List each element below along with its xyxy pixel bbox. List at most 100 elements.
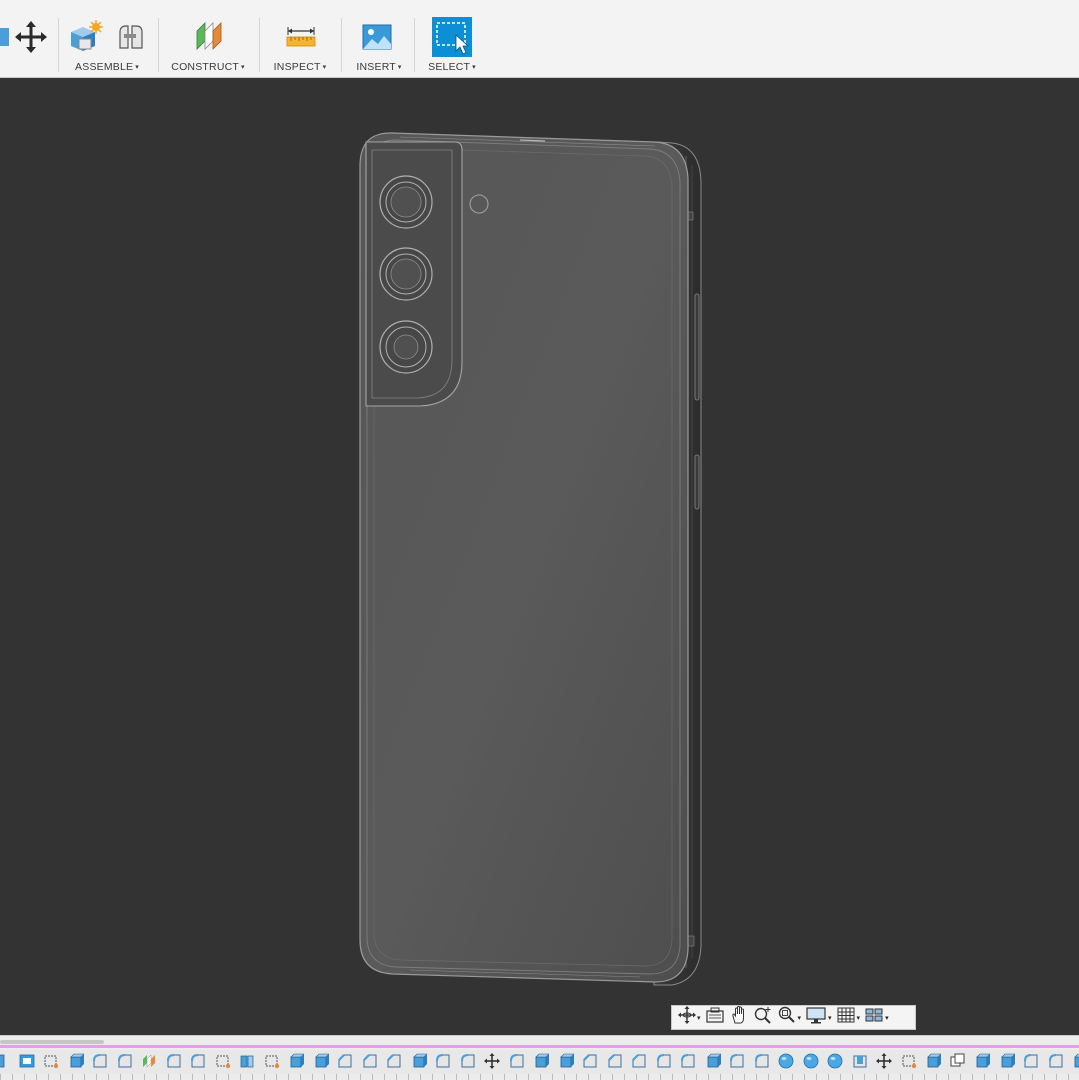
camera-lens (379, 175, 433, 374)
zoom-button[interactable] (751, 1007, 775, 1029)
timeline (0, 1035, 1079, 1080)
fillet-icon[interactable] (166, 1053, 182, 1069)
chevron-down-icon: ▾ (697, 1014, 701, 1022)
fillet-icon[interactable] (729, 1053, 745, 1069)
copy-icon[interactable] (950, 1053, 966, 1069)
insert-image-icon[interactable] (357, 16, 397, 58)
construct-plane-icon[interactable] (189, 16, 229, 58)
toolbar-separator (259, 18, 260, 72)
toolbar: ASSEMBLE ▾ CONSTRUCT ▾ INSPECT ▾ INSERT … (0, 0, 1079, 78)
viewports-button[interactable]: ▾ (862, 1007, 891, 1029)
split-icon[interactable] (239, 1053, 255, 1069)
fillet-icon[interactable] (460, 1053, 476, 1069)
extrude-icon[interactable] (974, 1053, 991, 1069)
measure-icon[interactable] (281, 16, 321, 58)
navigation-bar: ▾ ▾ ▾ ▾ ▾ (671, 1005, 916, 1030)
sketch-icon[interactable] (215, 1053, 231, 1069)
chevron-down-icon: ▾ (397, 64, 402, 71)
body-icon[interactable] (0, 1053, 10, 1069)
fillet-icon[interactable] (680, 1053, 696, 1069)
zoom-icon (753, 1005, 773, 1030)
orbit-icon (678, 1006, 696, 1029)
sketch-icon[interactable] (43, 1053, 59, 1069)
chamfer-icon[interactable] (362, 1053, 378, 1069)
image-icon[interactable] (19, 1053, 35, 1069)
timeline-marker[interactable] (0, 1045, 1079, 1048)
orbit-button[interactable]: ▾ (676, 1006, 703, 1029)
chevron-down-icon: ▾ (797, 1014, 802, 1022)
fillet-icon[interactable] (656, 1053, 672, 1069)
chevron-down-icon: ▾ (828, 1014, 832, 1022)
chamfer-icon[interactable] (631, 1053, 647, 1069)
select-menu[interactable]: SELECT ▾ (428, 61, 476, 73)
extrude-icon[interactable] (313, 1053, 330, 1069)
move-icon[interactable] (11, 16, 51, 58)
timeline-scrollbar[interactable] (0, 1040, 104, 1044)
sketch-icon[interactable] (264, 1053, 280, 1069)
toolbar-separator (341, 18, 342, 72)
fillet-icon[interactable] (435, 1053, 451, 1069)
fillet-icon[interactable] (117, 1053, 133, 1069)
joint-icon[interactable] (111, 16, 151, 58)
fillet-icon[interactable] (754, 1053, 770, 1069)
move-icon[interactable] (484, 1053, 500, 1069)
grid-settings-button[interactable]: ▾ (834, 1007, 863, 1029)
extrude-icon[interactable] (558, 1053, 575, 1069)
toolbar-separator (158, 18, 159, 72)
pan-button[interactable] (727, 1005, 751, 1030)
shell-icon[interactable] (852, 1053, 868, 1069)
sketch-icon[interactable] (901, 1053, 917, 1069)
fillet-icon[interactable] (509, 1053, 525, 1069)
construct-label: CONSTRUCT (171, 61, 239, 73)
fillet-icon[interactable] (1023, 1053, 1039, 1069)
construct-menu[interactable]: CONSTRUCT ▾ (171, 61, 244, 73)
chevron-down-icon: ▾ (135, 64, 139, 71)
look-at-button[interactable] (703, 1007, 727, 1029)
extrude-icon[interactable] (999, 1053, 1016, 1069)
sphere-icon[interactable] (827, 1053, 843, 1069)
chamfer-icon[interactable] (582, 1053, 598, 1069)
new-component-icon[interactable] (65, 16, 105, 58)
chevron-down-icon: ▾ (322, 64, 327, 71)
fit-button[interactable]: ▾ (775, 1005, 804, 1030)
chamfer-icon[interactable] (386, 1053, 402, 1069)
extrude-icon[interactable] (411, 1053, 428, 1069)
chamfer-icon[interactable] (607, 1053, 623, 1069)
insert-menu[interactable]: INSERT ▾ (356, 61, 401, 73)
extrude-icon[interactable] (533, 1053, 550, 1069)
chevron-down-icon: ▾ (885, 1014, 889, 1022)
fit-icon (777, 1005, 797, 1030)
assemble-label: ASSEMBLE (75, 61, 134, 73)
toolbar-separator (414, 18, 415, 72)
timeline-track (0, 1050, 1079, 1074)
grid-settings-icon (836, 1005, 856, 1030)
sphere-icon[interactable] (778, 1053, 794, 1069)
fillet-icon[interactable] (190, 1053, 206, 1069)
construct-plane-icon[interactable] (141, 1053, 157, 1069)
timeline-ruler (0, 1074, 1079, 1080)
fillet-icon[interactable] (1048, 1053, 1064, 1069)
assemble-menu[interactable]: ASSEMBLE ▾ (75, 61, 139, 73)
look-at-icon (705, 1006, 725, 1029)
inspect-menu[interactable]: INSPECT ▾ (274, 61, 327, 73)
move-icon[interactable] (876, 1053, 892, 1069)
extrude-icon[interactable] (705, 1053, 722, 1069)
pan-icon (729, 1005, 749, 1030)
display-settings-icon (805, 1005, 827, 1030)
display-settings-button[interactable]: ▾ (803, 1007, 834, 1029)
canvas-viewport[interactable] (0, 79, 1079, 1035)
chamfer-icon[interactable] (337, 1053, 353, 1069)
select-label: SELECT (428, 61, 471, 73)
sphere-icon[interactable] (803, 1053, 819, 1069)
toolbar-separator (58, 18, 59, 72)
insert-label: INSERT (356, 61, 396, 73)
extrude-icon[interactable] (288, 1053, 305, 1069)
fillet-icon[interactable] (92, 1053, 108, 1069)
extrude-icon[interactable] (68, 1053, 85, 1069)
chevron-down-icon: ▾ (472, 64, 476, 71)
extrude-icon[interactable] (1072, 1053, 1079, 1069)
extrude-icon[interactable] (925, 1053, 942, 1069)
inspect-label: INSPECT (273, 61, 321, 73)
select-window-icon[interactable] (432, 16, 472, 58)
phone-back-model[interactable] (0, 79, 1079, 1035)
